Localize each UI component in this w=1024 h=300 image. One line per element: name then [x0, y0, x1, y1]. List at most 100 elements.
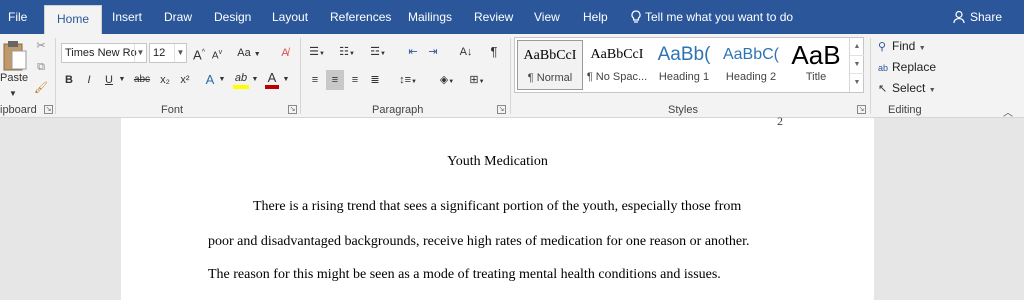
- style-heading-1[interactable]: AaBb( Heading 1: [651, 40, 717, 90]
- chevron-down-icon[interactable]: ▼: [218, 70, 226, 90]
- group-divider: [55, 38, 56, 114]
- tab-help[interactable]: Help: [583, 0, 608, 34]
- document-line: poor and disadvantaged backgrounds, rece…: [208, 234, 750, 249]
- cursor-icon: ↖: [878, 83, 888, 95]
- clear-formatting-icon[interactable]: A̸: [276, 43, 294, 63]
- numbering-icon[interactable]: ☷▼: [336, 42, 358, 62]
- group-divider: [870, 38, 871, 114]
- select-button[interactable]: ↖ Select ▼: [878, 78, 936, 98]
- replace-label: Replace: [892, 60, 937, 74]
- highlight-color-bar: [233, 85, 249, 89]
- ribbon: Paste ▼ ✂ ⧉ 🖌 ipboard ↘ Times New Ro ▼ 12…: [0, 34, 1024, 118]
- highlight-label: ab: [234, 72, 248, 84]
- more-styles-icon[interactable]: ▼: [850, 74, 864, 92]
- font-name-combo[interactable]: Times New Ro ▼: [61, 43, 147, 63]
- font-color-label: A: [267, 70, 277, 85]
- style-name: ¶ No Spac...: [586, 71, 648, 83]
- lightbulb-icon: [631, 10, 641, 23]
- share-button[interactable]: Share: [953, 0, 1002, 34]
- sort-icon[interactable]: A↓: [457, 42, 475, 62]
- clipboard-launcher-icon[interactable]: ↘: [44, 105, 53, 114]
- style-preview: AaB: [791, 40, 841, 68]
- subscript-button[interactable]: x₂: [156, 70, 174, 90]
- decrease-indent-icon[interactable]: ⇤: [404, 42, 422, 62]
- align-left-icon[interactable]: ≡: [306, 70, 324, 90]
- style-preview: AaBb(: [657, 44, 711, 65]
- page-number: 2: [777, 114, 783, 128]
- justify-icon[interactable]: ≣: [366, 70, 384, 90]
- grow-font-icon[interactable]: A^: [191, 43, 207, 63]
- style-title[interactable]: AaB Title: [783, 40, 849, 90]
- tab-view[interactable]: View: [534, 0, 560, 34]
- styles-gallery: AaBbCcI ¶ Normal AaBbCcI ¶ No Spac... Aa…: [514, 37, 864, 93]
- find-button[interactable]: ⚲ Find ▼: [878, 36, 926, 56]
- font-size-combo[interactable]: 12 ▼: [149, 43, 187, 63]
- change-case-button[interactable]: Aa ▼: [235, 43, 263, 63]
- paragraph-group: ☰▼ ☷▼ ☲▼ ⇤ ⇥ A↓ ¶ ≡ ≡ ≡ ≣ ↕≡▼ ◈▼ ⊞▼ Para…: [302, 34, 509, 118]
- cut-icon[interactable]: ✂: [33, 36, 49, 56]
- document-page[interactable]: 2 Youth Medication There is a rising tre…: [121, 114, 874, 300]
- chevron-down-icon[interactable]: ▼: [282, 70, 290, 90]
- document-canvas[interactable]: 2 Youth Medication There is a rising tre…: [0, 114, 1024, 300]
- tab-layout[interactable]: Layout: [272, 0, 308, 34]
- shrink-font-icon[interactable]: Av: [209, 43, 225, 63]
- superscript-button[interactable]: x²: [176, 70, 194, 90]
- style-preview: AaBbCcI: [523, 48, 577, 63]
- align-center-icon[interactable]: ≡: [326, 70, 344, 90]
- copy-icon[interactable]: ⧉: [33, 57, 49, 77]
- collapse-ribbon-icon[interactable]: ︿: [1003, 104, 1013, 119]
- search-icon: ⚲: [878, 41, 887, 53]
- scroll-up-icon[interactable]: ▲: [850, 38, 864, 56]
- document-line: The reason for this might be seen as a m…: [208, 267, 721, 282]
- paste-button[interactable]: [2, 38, 28, 72]
- font-launcher-icon[interactable]: ↘: [288, 105, 297, 114]
- clipboard-group: Paste ▼ ✂ ⧉ 🖌 ipboard ↘: [0, 34, 55, 118]
- shading-icon[interactable]: ◈▼: [434, 70, 460, 90]
- tab-draw[interactable]: Draw: [164, 0, 192, 34]
- bullets-icon[interactable]: ☰▼: [306, 42, 328, 62]
- underline-button[interactable]: U: [101, 70, 117, 90]
- document-line: There is a rising trend that sees a sign…: [253, 199, 742, 214]
- chevron-down-icon[interactable]: ▼: [251, 70, 259, 90]
- replace-button[interactable]: ab Replace: [878, 57, 936, 77]
- italic-button[interactable]: I: [81, 70, 97, 90]
- font-color-bar: [265, 85, 279, 89]
- underline-dropdown-icon[interactable]: ▼: [117, 70, 127, 90]
- style-heading-2[interactable]: AaBbC( Heading 2: [718, 40, 784, 90]
- align-right-icon[interactable]: ≡: [346, 70, 364, 90]
- style-name: ¶ Normal: [527, 72, 573, 84]
- clipboard-group-label: ipboard: [0, 104, 37, 116]
- scroll-down-icon[interactable]: ▼: [850, 56, 864, 74]
- styles-scrollbar[interactable]: ▲ ▼ ▼: [849, 38, 864, 92]
- tell-me-search[interactable]: Tell me what you want to do: [630, 0, 793, 34]
- format-painter-icon[interactable]: 🖌: [33, 78, 49, 98]
- style-no-spacing[interactable]: AaBbCcI ¶ No Spac...: [584, 40, 650, 90]
- bold-button[interactable]: B: [61, 70, 77, 90]
- tell-me-label: Tell me what you want to do: [645, 10, 794, 24]
- tab-insert[interactable]: Insert: [112, 0, 142, 34]
- tab-home[interactable]: Home: [44, 5, 103, 34]
- styles-group-label: Styles: [668, 104, 698, 116]
- style-normal[interactable]: AaBbCcI ¶ Normal: [517, 40, 583, 90]
- paragraph-launcher-icon[interactable]: ↘: [497, 105, 506, 114]
- tab-references[interactable]: References: [330, 0, 391, 34]
- style-name: Title: [805, 71, 827, 83]
- show-formatting-button[interactable]: ¶: [485, 42, 503, 62]
- paragraph-group-label: Paragraph: [372, 104, 424, 116]
- styles-launcher-icon[interactable]: ↘: [857, 105, 866, 114]
- style-name: Heading 2: [725, 71, 777, 83]
- borders-icon[interactable]: ⊞▼: [464, 70, 490, 90]
- tab-mailings[interactable]: Mailings: [408, 0, 452, 34]
- tab-file[interactable]: File: [8, 0, 27, 34]
- text-effects-button[interactable]: A: [202, 70, 218, 90]
- paste-dropdown-icon[interactable]: ▼: [6, 84, 20, 104]
- increase-indent-icon[interactable]: ⇥: [424, 42, 442, 62]
- font-color-button[interactable]: A: [263, 68, 281, 89]
- multilevel-list-icon[interactable]: ☲▼: [366, 42, 390, 62]
- strikethrough-button[interactable]: abc: [131, 70, 153, 90]
- tab-review[interactable]: Review: [474, 0, 513, 34]
- line-spacing-icon[interactable]: ↕≡▼: [396, 70, 420, 90]
- ribbon-tab-bar: File Home Insert Draw Design Layout Refe…: [0, 0, 1024, 34]
- highlight-color-button[interactable]: ab: [231, 68, 251, 89]
- tab-design[interactable]: Design: [214, 0, 251, 34]
